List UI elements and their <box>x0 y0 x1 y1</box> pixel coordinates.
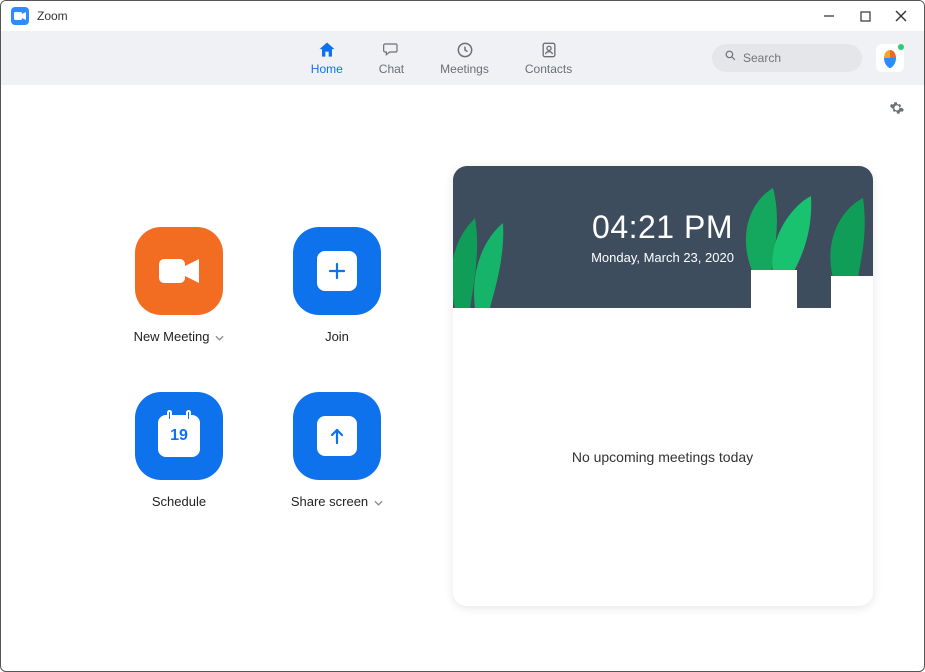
actions-panel: New Meeting Join <box>29 85 429 651</box>
titlebar: Zoom <box>1 1 924 31</box>
minimize-button[interactable] <box>822 9 836 23</box>
nav-tab-chat[interactable]: Chat <box>379 40 404 76</box>
search-input[interactable] <box>743 51 850 65</box>
meetings-card: 04:21 PM Monday, March 23, 2020 No upcom… <box>453 166 873 606</box>
empty-meetings-text: No upcoming meetings today <box>572 449 753 465</box>
window-controls <box>822 9 914 23</box>
app-window: Zoom Home <box>0 0 925 672</box>
chevron-down-icon[interactable] <box>374 494 383 509</box>
profile-avatar[interactable] <box>876 44 904 72</box>
calendar-day: 19 <box>170 427 188 445</box>
video-icon <box>135 227 223 315</box>
plant-decoration-icon <box>453 208 505 308</box>
nav-tab-label: Meetings <box>440 62 489 76</box>
chat-icon <box>381 40 401 60</box>
chevron-down-icon[interactable] <box>215 329 224 344</box>
search-icon <box>724 49 737 67</box>
meetings-list-empty: No upcoming meetings today <box>453 308 873 606</box>
contacts-icon <box>539 40 559 60</box>
action-label: Join <box>325 329 349 344</box>
nav-tab-label: Contacts <box>525 62 572 76</box>
schedule-button[interactable]: 19 Schedule <box>109 392 249 509</box>
meetings-panel: 04:21 PM Monday, March 23, 2020 No upcom… <box>429 85 896 651</box>
presence-dot-icon <box>897 43 905 51</box>
app-icon <box>11 7 29 25</box>
nav-tab-meetings[interactable]: Meetings <box>440 40 489 76</box>
home-icon <box>317 40 337 60</box>
new-meeting-button[interactable]: New Meeting <box>109 227 249 344</box>
nav-tabs: Home Chat Meetings Contacts <box>171 40 712 76</box>
nav-tab-contacts[interactable]: Contacts <box>525 40 572 76</box>
share-arrow-icon <box>293 392 381 480</box>
action-label: Schedule <box>152 494 206 509</box>
share-screen-button[interactable]: Share screen <box>267 392 407 509</box>
search-box[interactable] <box>712 44 862 72</box>
maximize-button[interactable] <box>858 9 872 23</box>
settings-button[interactable] <box>888 99 906 122</box>
app-title: Zoom <box>37 9 68 23</box>
plant-decoration-icon <box>733 188 813 308</box>
top-nav: Home Chat Meetings Contacts <box>1 31 924 85</box>
clock-time: 04:21 PM <box>592 209 733 246</box>
content-area: New Meeting Join <box>1 85 924 671</box>
clock-header: 04:21 PM Monday, March 23, 2020 <box>453 166 873 308</box>
nav-tab-label: Home <box>311 62 343 76</box>
nav-tab-label: Chat <box>379 62 404 76</box>
plus-icon <box>293 227 381 315</box>
action-label: Share screen <box>291 494 368 509</box>
clock-date: Monday, March 23, 2020 <box>591 250 734 265</box>
clock-icon <box>455 40 475 60</box>
join-button[interactable]: Join <box>267 227 407 344</box>
plant-decoration-icon <box>823 198 873 308</box>
close-button[interactable] <box>894 9 908 23</box>
calendar-icon: 19 <box>135 392 223 480</box>
action-label: New Meeting <box>134 329 210 344</box>
nav-tab-home[interactable]: Home <box>311 40 343 76</box>
